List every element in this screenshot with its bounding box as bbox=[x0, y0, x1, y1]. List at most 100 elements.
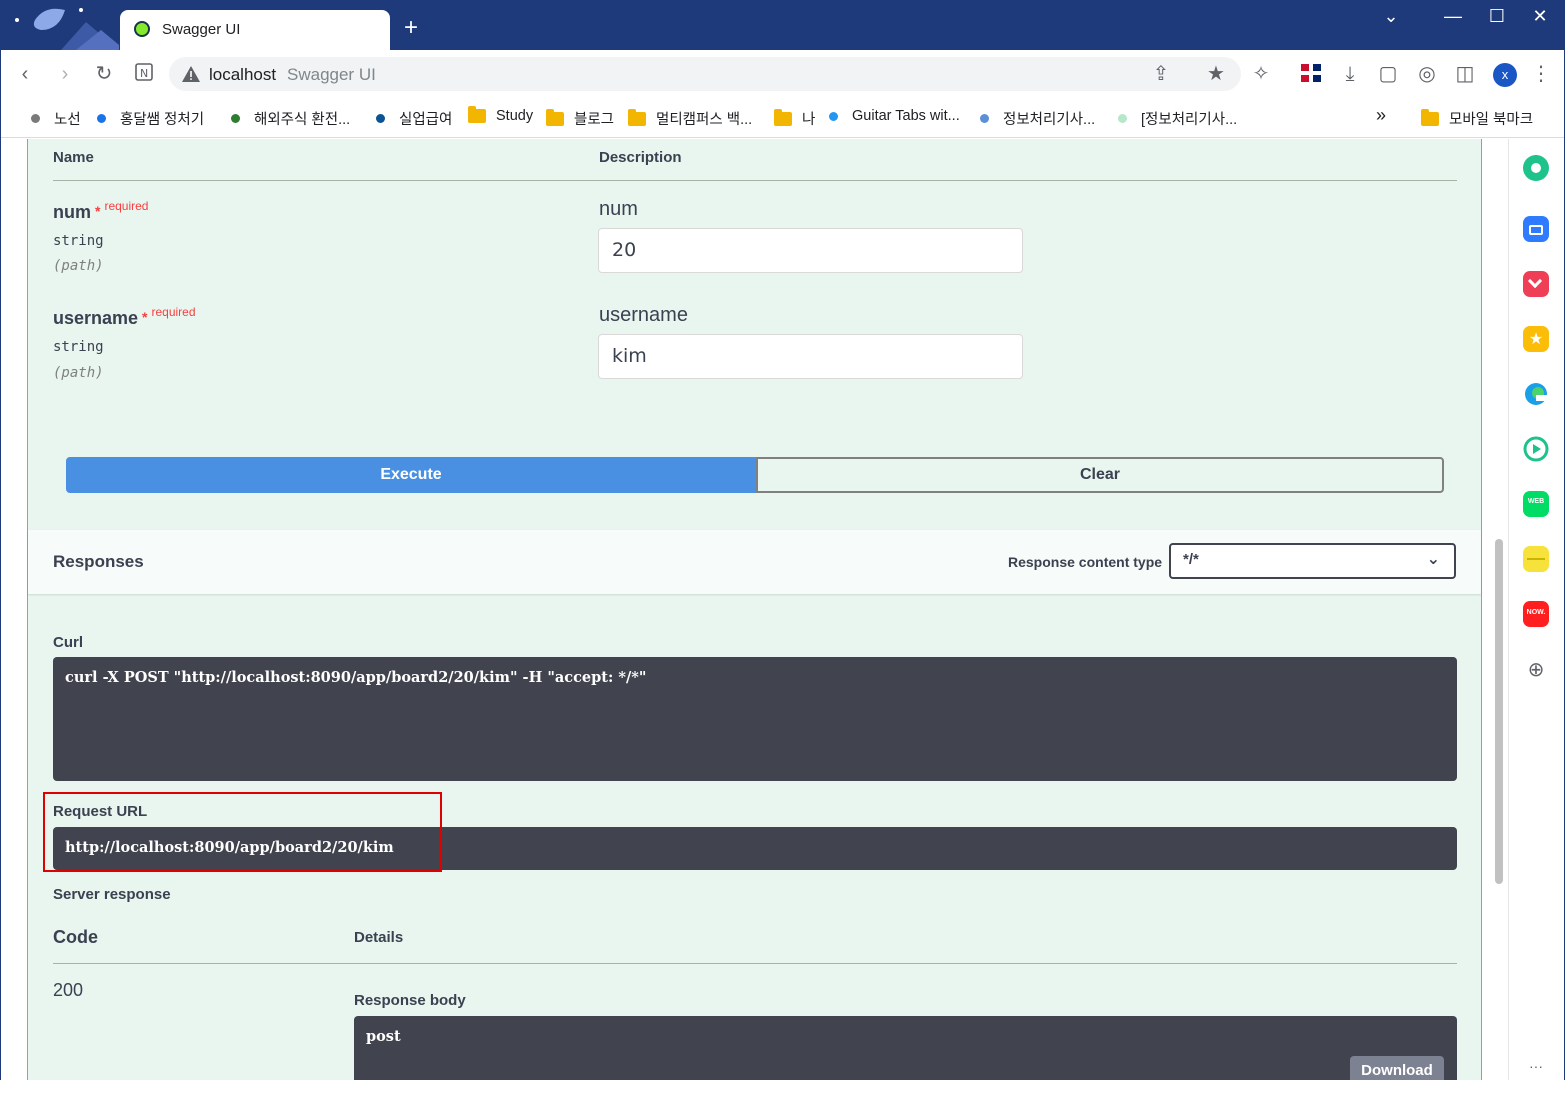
chevron-down-icon: ⌄ bbox=[1426, 551, 1440, 568]
webtoon-icon[interactable]: WEB bbox=[1523, 491, 1549, 517]
tab-title: Swagger UI bbox=[162, 21, 241, 38]
forward-icon[interactable]: › bbox=[53, 62, 77, 86]
bookmark-folder[interactable]: 멀티캠퍼스 백... bbox=[628, 108, 752, 129]
add-icon[interactable]: ⊕ bbox=[1523, 657, 1549, 683]
back-icon[interactable]: ‹ bbox=[13, 62, 37, 86]
folder-icon bbox=[774, 108, 792, 126]
tab-search-icon[interactable]: ⌄ bbox=[1376, 6, 1406, 27]
download-button[interactable]: Download bbox=[1350, 1056, 1444, 1080]
divider bbox=[53, 963, 1457, 964]
flag-icon[interactable] bbox=[1299, 62, 1323, 86]
edge-icon[interactable] bbox=[1523, 381, 1549, 407]
bookmarks-overflow-button[interactable]: » bbox=[1376, 105, 1386, 126]
bookmark-star-icon[interactable]: ★ bbox=[1204, 62, 1228, 86]
dot-icon bbox=[829, 111, 838, 121]
svg-text:N: N bbox=[140, 67, 148, 80]
notion-icon[interactable]: N bbox=[132, 62, 156, 86]
folder-icon bbox=[468, 106, 486, 123]
minimize-icon[interactable]: — bbox=[1438, 6, 1468, 27]
active-tab[interactable]: Swagger UI bbox=[120, 10, 390, 50]
bookmark-item[interactable]: 해외주식 환전... bbox=[231, 108, 350, 129]
menu-icon[interactable]: ⋮ bbox=[1529, 62, 1553, 86]
curl-code-block: curl -X POST "http://localhost:8090/app/… bbox=[53, 657, 1457, 781]
dot-icon bbox=[97, 114, 106, 123]
bookmark-folder[interactable]: Study bbox=[468, 106, 533, 124]
page-viewport: Name Description num * required string (pa… bbox=[1, 139, 1508, 1080]
desktop-strip bbox=[0, 1080, 1565, 1102]
server-response-label: Server response bbox=[53, 886, 171, 903]
dot-icon bbox=[376, 114, 385, 123]
briefcase-icon[interactable] bbox=[1523, 216, 1549, 242]
new-tab-button[interactable]: + bbox=[399, 16, 423, 40]
title-bar: Swagger UI + ⌄ — ☐ ✕ bbox=[1, 0, 1564, 50]
param-type: string bbox=[53, 233, 104, 249]
code-header: Code bbox=[53, 927, 98, 947]
play-icon[interactable] bbox=[1523, 436, 1549, 462]
operation-block: Name Description num * required string (pa… bbox=[27, 139, 1482, 1080]
folder-icon bbox=[1421, 108, 1439, 126]
bookmark-item[interactable]: 실업급여 bbox=[376, 108, 452, 129]
pocket-icon[interactable] bbox=[1523, 271, 1549, 297]
maximize-icon[interactable]: ☐ bbox=[1482, 6, 1512, 27]
response-body-block: post Download bbox=[354, 1016, 1457, 1080]
response-content-type-select[interactable]: */* ⌄ bbox=[1169, 543, 1456, 579]
param-in: (path) bbox=[53, 365, 104, 381]
bookmark-item[interactable]: 홍달쌤 정처기 bbox=[97, 108, 204, 129]
sidebar-icon[interactable]: ◫ bbox=[1453, 62, 1477, 86]
dot-icon bbox=[231, 114, 240, 123]
address-host: localhost bbox=[209, 65, 277, 84]
bookmark-item[interactable]: Guitar Tabs wit... bbox=[829, 108, 960, 124]
extensions-icon[interactable]: ✧ bbox=[1249, 62, 1273, 86]
bookmark-item[interactable]: 노선 bbox=[31, 108, 81, 129]
green-circle-icon[interactable] bbox=[1523, 155, 1549, 181]
download-icon[interactable]: ⤓ bbox=[1338, 62, 1362, 86]
clear-button[interactable]: Clear bbox=[756, 457, 1444, 493]
folder-icon bbox=[628, 108, 646, 126]
bookmark-folder[interactable]: 나 bbox=[774, 108, 815, 129]
execute-button[interactable]: Execute bbox=[66, 457, 756, 493]
side-panel: ★ WEB NOW. ⊕ ··· bbox=[1508, 139, 1564, 1080]
dot-icon bbox=[1118, 114, 1127, 123]
param-name: num * required bbox=[53, 199, 149, 222]
scrollbar-thumb[interactable] bbox=[1495, 539, 1503, 884]
more-icon[interactable]: ··· bbox=[1523, 1059, 1549, 1080]
profile-avatar[interactable]: x bbox=[1493, 63, 1517, 87]
lens-icon[interactable]: ◎ bbox=[1415, 62, 1439, 86]
header-name: Name bbox=[53, 149, 94, 166]
bookmark-item[interactable]: 정보처리기사... bbox=[980, 108, 1095, 129]
browser-window: Swagger UI + ⌄ — ☐ ✕ ‹ › ↻ N localhost S… bbox=[0, 0, 1565, 1080]
notes-icon[interactable] bbox=[1523, 546, 1549, 572]
capture-icon[interactable]: ▢ bbox=[1376, 62, 1400, 86]
dot-icon bbox=[31, 114, 40, 123]
address-bar[interactable]: localhost Swagger UI ⇪ ★ bbox=[169, 57, 1241, 91]
response-body-label: Response body bbox=[354, 992, 466, 1009]
header-description: Description bbox=[599, 149, 682, 166]
highlight-box bbox=[43, 792, 442, 872]
response-body: post bbox=[366, 1028, 401, 1045]
star-icon[interactable]: ★ bbox=[1523, 326, 1549, 352]
param-in: (path) bbox=[53, 258, 104, 274]
folder-icon bbox=[546, 108, 564, 126]
mobile-bookmarks-folder[interactable]: 모바일 북마크 bbox=[1421, 108, 1533, 129]
share-icon[interactable]: ⇪ bbox=[1149, 62, 1173, 86]
details-header: Details bbox=[354, 929, 404, 946]
address-title: Swagger UI bbox=[287, 65, 376, 84]
bookmark-item[interactable]: [정보처리기사... bbox=[1118, 108, 1237, 129]
num-input[interactable]: 20 bbox=[598, 228, 1023, 273]
now-icon[interactable]: NOW. bbox=[1523, 601, 1549, 627]
dot-icon bbox=[980, 114, 989, 123]
reload-icon[interactable]: ↻ bbox=[92, 62, 116, 86]
response-content-type-label: Response content type bbox=[1008, 554, 1163, 570]
divider bbox=[53, 180, 1457, 181]
responses-title: Responses bbox=[53, 552, 144, 571]
username-input[interactable]: kim bbox=[598, 334, 1023, 379]
close-icon[interactable]: ✕ bbox=[1525, 6, 1555, 27]
swagger-favicon-icon bbox=[134, 21, 150, 37]
param-type: string bbox=[53, 339, 104, 355]
param-description: username bbox=[599, 304, 688, 326]
param-name: username * required bbox=[53, 305, 196, 328]
response-code: 200 bbox=[53, 980, 84, 1000]
bookmark-folder[interactable]: 블로그 bbox=[546, 108, 614, 129]
address-toolbar: ‹ › ↻ N localhost Swagger UI ⇪ ★ ✧ ⤓ ▢ ◎… bbox=[1, 50, 1564, 98]
bookmarks-bar: 노선 홍달쌤 정처기 해외주식 환전... 실업급여 Study 블로그 멀티캠… bbox=[1, 98, 1564, 138]
